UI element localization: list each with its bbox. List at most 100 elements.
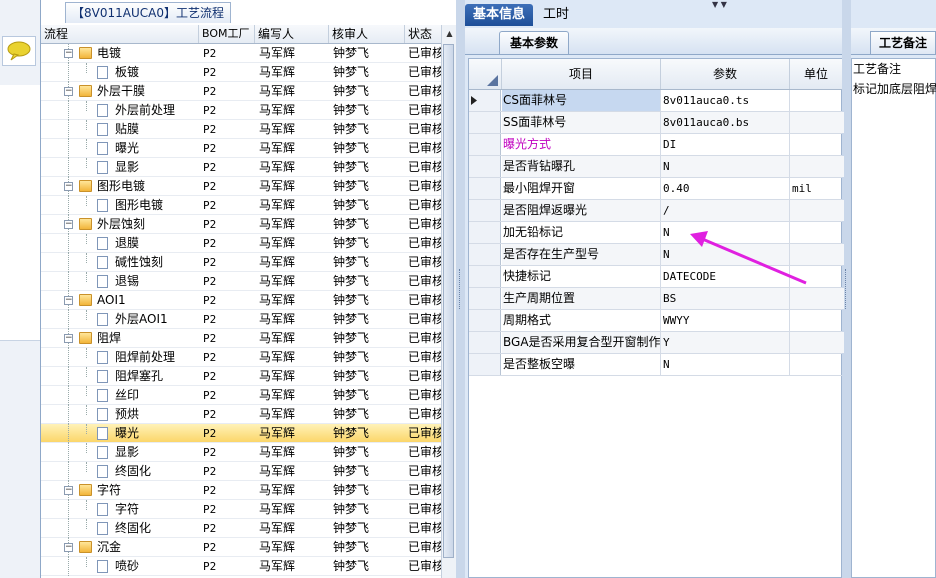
tree-row[interactable]: 板镀 P2 马军辉 钟梦飞 已审核: [41, 63, 441, 82]
tree-row[interactable]: 终固化 P2 马军辉 钟梦飞 已审核: [41, 519, 441, 538]
tree-row[interactable]: 预烘 P2 马军辉 钟梦飞 已审核: [41, 405, 441, 424]
column-header-bom[interactable]: BOM工厂: [199, 25, 255, 43]
param-row[interactable]: SS面菲林号 8v011auca0.bs: [469, 112, 844, 134]
tree-row[interactable]: 外层AOI1 P2 马军辉 钟梦飞 已审核: [41, 310, 441, 329]
param-row[interactable]: 是否阻焊返曝光 /: [469, 200, 844, 222]
scroll-up-icon[interactable]: ▲: [442, 27, 457, 41]
collapse-arrows-icon[interactable]: ▼ ▼: [712, 0, 727, 9]
tree-row[interactable]: 曝光 P2 马军辉 钟梦飞 已审核: [41, 424, 441, 443]
param-value[interactable]: 0.40: [661, 178, 790, 199]
row-indicator[interactable]: [469, 266, 501, 287]
tree-row[interactable]: − 图形电镀 P2 马军辉 钟梦飞 已审核: [41, 177, 441, 196]
status-cell: 已审核: [408, 350, 441, 364]
column-header-reviewer[interactable]: 核审人: [329, 25, 405, 43]
bom-cell: P2: [203, 408, 217, 421]
collapse-toggle-icon[interactable]: −: [64, 486, 73, 495]
row-indicator[interactable]: [469, 310, 501, 331]
splitter-left[interactable]: [456, 0, 465, 578]
row-indicator[interactable]: [469, 200, 501, 221]
collapse-toggle-icon[interactable]: −: [64, 543, 73, 552]
column-header-flow[interactable]: 流程: [41, 25, 199, 43]
tree-row[interactable]: − 阻焊 P2 马军辉 钟梦飞 已审核: [41, 329, 441, 348]
chat-button[interactable]: [2, 36, 36, 66]
param-row[interactable]: 周期格式 WWYY: [469, 310, 842, 332]
tree-row[interactable]: − 电镀 P2 马军辉 钟梦飞 已审核: [41, 44, 441, 63]
tree-row[interactable]: 退膜 P2 马军辉 钟梦飞 已审核: [41, 234, 441, 253]
tab-process-notes[interactable]: 工艺备注: [870, 31, 936, 54]
collapse-toggle-icon[interactable]: −: [64, 220, 73, 229]
tree-row[interactable]: 外层前处理 P2 马军辉 钟梦飞 已审核: [41, 101, 441, 120]
param-value[interactable]: N: [661, 354, 790, 375]
collapse-toggle-icon[interactable]: −: [64, 334, 73, 343]
tab-work-hours[interactable]: 工时: [535, 4, 577, 26]
row-indicator[interactable]: [469, 156, 501, 177]
row-indicator[interactable]: [469, 354, 501, 375]
tab-basic-info[interactable]: 基本信息: [465, 4, 534, 26]
column-header-status[interactable]: 状态: [405, 25, 441, 43]
tree-row[interactable]: 退锡 P2 马军辉 钟梦飞 已审核: [41, 272, 441, 291]
bom-cell: P2: [203, 351, 217, 364]
row-indicator[interactable]: [469, 244, 501, 265]
param-value[interactable]: DI: [661, 134, 790, 155]
speech-bubble-icon: [7, 41, 31, 61]
param-value[interactable]: 8v011auca0.bs: [661, 112, 790, 133]
tree-row[interactable]: 显影 P2 马军辉 钟梦飞 已审核: [41, 443, 441, 462]
notes-text[interactable]: 标记加底层阻焊: [853, 80, 936, 98]
param-value[interactable]: /: [661, 200, 790, 221]
tree-row[interactable]: 图形电镀 P2 马军辉 钟梦飞 已审核: [41, 196, 441, 215]
tree-row[interactable]: 喷砂 P2 马军辉 钟梦飞 已审核: [41, 557, 441, 576]
param-value[interactable]: N: [661, 156, 790, 177]
tree-row[interactable]: − 字符 P2 马军辉 钟梦飞 已审核: [41, 481, 441, 500]
param-row[interactable]: CS面菲林号 8v011auca0.ts: [469, 90, 842, 112]
tree-row[interactable]: 显影 P2 马军辉 钟梦飞 已审核: [41, 158, 441, 177]
param-value[interactable]: BS: [661, 288, 790, 309]
param-row[interactable]: 是否背钻曝孔 N: [469, 156, 844, 178]
row-indicator[interactable]: [469, 332, 501, 353]
tree-row[interactable]: 阻焊前处理 P2 马军辉 钟梦飞 已审核: [41, 348, 441, 367]
tree-row[interactable]: − 外层蚀刻 P2 马军辉 钟梦飞 已审核: [41, 215, 441, 234]
param-row[interactable]: 是否整板空曝 N: [469, 354, 842, 376]
document-icon: [97, 161, 108, 174]
row-indicator[interactable]: [469, 90, 501, 111]
reviewer-cell: 钟梦飞: [333, 464, 370, 478]
document-icon: [97, 351, 108, 364]
reviewer-cell: 钟梦飞: [333, 293, 370, 307]
column-header-item[interactable]: 项目: [502, 59, 661, 89]
folder-icon: [79, 47, 92, 59]
collapse-toggle-icon[interactable]: −: [64, 49, 73, 58]
tree-row[interactable]: − 沉金 P2 马军辉 钟梦飞 已审核: [41, 538, 441, 557]
collapse-toggle-icon[interactable]: −: [64, 87, 73, 96]
param-row[interactable]: 生产周期位置 BS: [469, 288, 844, 310]
row-indicator[interactable]: [469, 112, 501, 133]
bom-cell: P2: [203, 161, 217, 174]
column-header-author[interactable]: 编写人: [255, 25, 329, 43]
tree-row[interactable]: − AOI1 P2 马军辉 钟梦飞 已审核: [41, 291, 441, 310]
param-row[interactable]: BGA是否采用复合型开窗制作 Y: [469, 332, 844, 354]
collapse-toggle-icon[interactable]: −: [64, 296, 73, 305]
param-value[interactable]: WWYY: [661, 310, 790, 331]
row-indicator[interactable]: [469, 134, 501, 155]
row-indicator[interactable]: [469, 178, 501, 199]
tree-scrollbar-thumb[interactable]: [443, 44, 454, 558]
tree-row[interactable]: 阻焊塞孔 P2 马军辉 钟梦飞 已审核: [41, 367, 441, 386]
tree-row[interactable]: 字符 P2 马军辉 钟梦飞 已审核: [41, 500, 441, 519]
param-value[interactable]: Y: [661, 332, 790, 353]
row-indicator[interactable]: [469, 222, 501, 243]
column-header-unit[interactable]: 单位: [790, 59, 842, 89]
tree-row-label: 板镀: [115, 65, 140, 79]
tree-row-label: 字符: [97, 483, 122, 497]
tree-row[interactable]: 曝光 P2 马军辉 钟梦飞 已审核: [41, 139, 441, 158]
param-row[interactable]: 最小阻焊开窗 0.40 mil: [469, 178, 842, 200]
column-header-value[interactable]: 参数: [661, 59, 790, 89]
tab-basic-params[interactable]: 基本参数: [499, 31, 570, 54]
reviewer-cell: 钟梦飞: [333, 312, 370, 326]
tree-row[interactable]: 碱性蚀刻 P2 马军辉 钟梦飞 已审核: [41, 253, 441, 272]
param-row[interactable]: 曝光方式 DI: [469, 134, 842, 156]
collapse-toggle-icon[interactable]: −: [64, 182, 73, 191]
tree-row[interactable]: 终固化 P2 马军辉 钟梦飞 已审核: [41, 462, 441, 481]
param-value[interactable]: 8v011auca0.ts: [661, 90, 790, 111]
row-indicator[interactable]: [469, 288, 501, 309]
tree-row[interactable]: 贴膜 P2 马军辉 钟梦飞 已审核: [41, 120, 441, 139]
tree-row[interactable]: − 外层干膜 P2 马军辉 钟梦飞 已审核: [41, 82, 441, 101]
tree-row[interactable]: 丝印 P2 马军辉 钟梦飞 已审核: [41, 386, 441, 405]
